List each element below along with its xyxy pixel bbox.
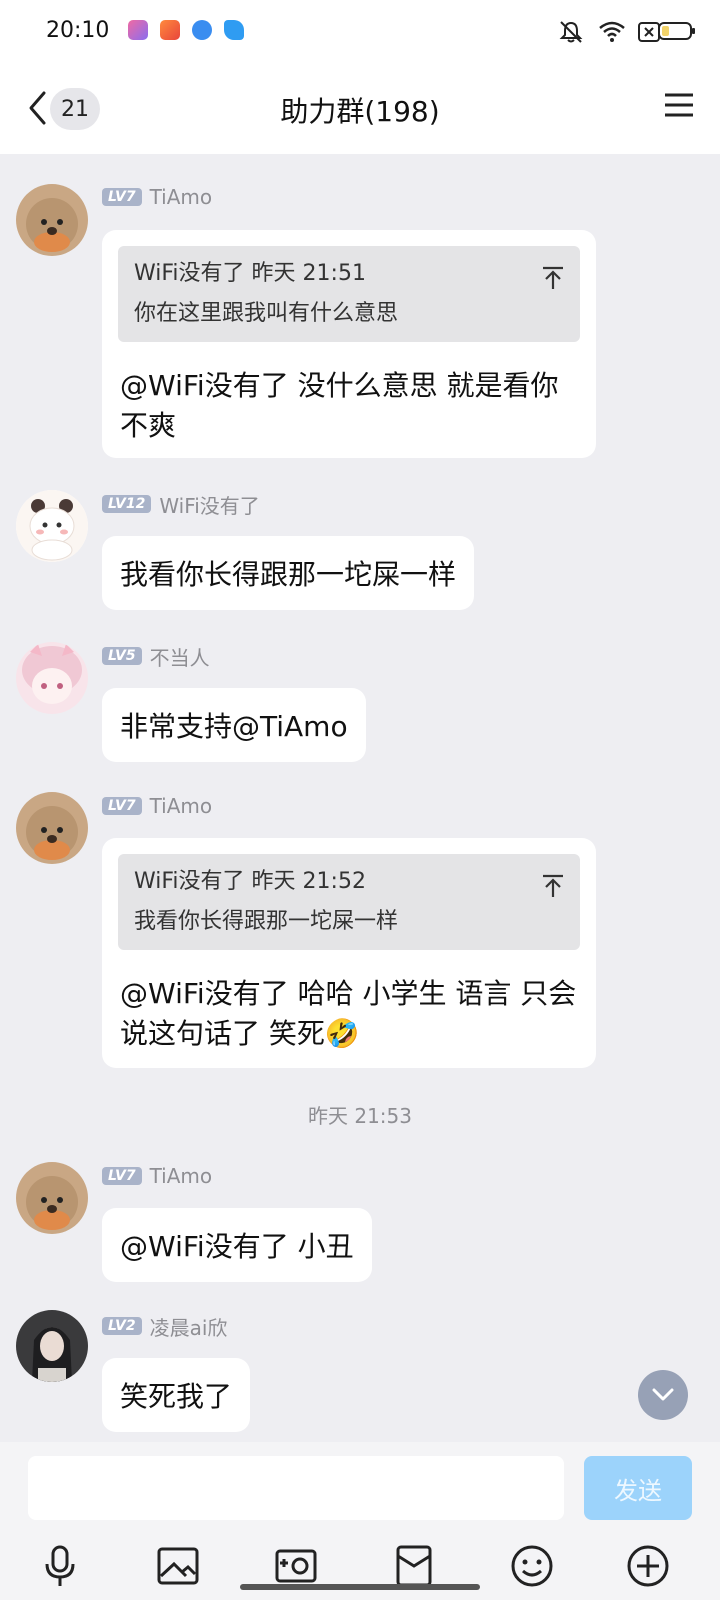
- sender-name[interactable]: 凌晨ai欣: [150, 1312, 228, 1341]
- status-bar: 20:10: [0, 0, 720, 62]
- browser-notification-icon: [192, 20, 212, 40]
- group-title: 助力群(198): [280, 95, 440, 128]
- quoted-message[interactable]: WiFi没有了 昨天 21:52 我看你长得跟那一坨屎一样: [118, 854, 580, 950]
- dog-avatar-icon: [16, 792, 88, 864]
- message-list[interactable]: LV7 TiAmo WiFi没有了 昨天 21:51 你在这里跟我叫有什么意思 …: [0, 154, 720, 1442]
- game-notification-icon: [160, 20, 180, 40]
- quoted-message[interactable]: WiFi没有了 昨天 21:51 你在这里跟我叫有什么意思: [118, 246, 580, 342]
- quote-header: WiFi没有了 昨天 21:52: [134, 869, 366, 894]
- quote-text: 我看你长得跟那一坨屎一样: [134, 909, 399, 934]
- message-bubble[interactable]: WiFi没有了 昨天 21:51 你在这里跟我叫有什么意思 @WiFi没有了 没…: [102, 230, 596, 458]
- message-input[interactable]: [28, 1456, 564, 1520]
- message-text: 笑死我了: [120, 1380, 233, 1413]
- girl-photo-avatar-icon: [16, 1310, 88, 1382]
- no-sim-icon: [638, 22, 660, 42]
- wifi-icon: [599, 21, 625, 42]
- jump-to-quote-icon[interactable]: [542, 874, 564, 898]
- chevron-down-icon: [652, 1388, 674, 1401]
- home-indicator[interactable]: [240, 1584, 480, 1590]
- message-meta: LV5 不当人: [102, 642, 210, 671]
- camera-icon: [275, 1549, 317, 1583]
- dog-avatar-icon: [16, 1162, 88, 1234]
- emoji-button[interactable]: [508, 1542, 556, 1590]
- image-button[interactable]: [154, 1542, 202, 1590]
- voice-button[interactable]: [36, 1542, 84, 1590]
- image-icon: [157, 1547, 199, 1585]
- message-text: 我看你长得跟那一坨屎一样: [120, 558, 457, 591]
- mute-bell-icon: [559, 21, 583, 43]
- app-notification-icon: [128, 20, 148, 40]
- message-bubble[interactable]: 非常支持@TiAmo: [102, 688, 366, 762]
- anime-girl-avatar-icon: [16, 642, 88, 714]
- message-meta: LV12 WiFi没有了: [102, 490, 260, 519]
- message-meta: LV2 凌晨ai欣: [102, 1312, 228, 1341]
- quote-header: WiFi没有了 昨天 21:51: [134, 261, 366, 286]
- composer-toolbar: [0, 1542, 720, 1590]
- dog-avatar-icon: [16, 184, 88, 256]
- message-meta: LV7 TiAmo: [102, 794, 212, 818]
- more-button[interactable]: [624, 1542, 672, 1590]
- level-badge: LV5: [102, 647, 142, 665]
- message-text: 非常支持@TiAmo: [120, 710, 348, 743]
- message-bubble[interactable]: 笑死我了: [102, 1358, 251, 1432]
- microphone-icon: [45, 1545, 75, 1586]
- status-indicators: [556, 20, 660, 44]
- level-badge: LV7: [102, 797, 142, 815]
- menu-icon[interactable]: [664, 92, 694, 118]
- red-packet-button[interactable]: [390, 1542, 438, 1590]
- message-meta: LV7 TiAmo: [102, 1164, 212, 1188]
- quote-text: 你在这里跟我叫有什么意思: [134, 301, 399, 326]
- composer: 发送: [0, 1442, 720, 1600]
- avatar-wifi[interactable]: [16, 490, 88, 562]
- plus-icon: [627, 1545, 669, 1587]
- message-meta: LV7 TiAmo: [102, 185, 212, 209]
- emoji-icon: [511, 1545, 553, 1587]
- send-button[interactable]: 发送: [584, 1456, 692, 1520]
- battery-icon: [658, 22, 695, 40]
- level-badge: LV7: [102, 188, 142, 206]
- message-text: @WiFi没有了 哈哈 小学生 语言 只会说这句话了 笑死🤣: [120, 977, 577, 1050]
- avatar-tiamo[interactable]: [16, 792, 88, 864]
- avatar-tiamo[interactable]: [16, 184, 88, 256]
- bear-avatar-icon: [16, 490, 88, 562]
- avatar-lingchen[interactable]: [16, 1310, 88, 1382]
- red-packet-icon: [396, 1545, 432, 1587]
- avatar-budangren[interactable]: [16, 642, 88, 714]
- sender-name[interactable]: TiAmo: [150, 1164, 213, 1188]
- status-app-icons: [128, 20, 244, 40]
- level-badge: LV2: [102, 1317, 142, 1335]
- app-notification-icon-2: [224, 20, 244, 40]
- message-bubble[interactable]: WiFi没有了 昨天 21:52 我看你长得跟那一坨屎一样 @WiFi没有了 哈…: [102, 838, 596, 1068]
- message-bubble[interactable]: 我看你长得跟那一坨屎一样: [102, 536, 475, 610]
- scroll-to-bottom-button[interactable]: [638, 1370, 688, 1420]
- sender-name[interactable]: 不当人: [150, 642, 210, 671]
- time-divider: 昨天 21:53: [308, 1104, 412, 1128]
- sender-name[interactable]: TiAmo: [150, 185, 213, 209]
- sender-name[interactable]: WiFi没有了: [159, 490, 260, 519]
- camera-button[interactable]: [272, 1542, 320, 1590]
- message-bubble[interactable]: @WiFi没有了 小丑: [102, 1208, 372, 1282]
- message-text: @WiFi没有了 小丑: [120, 1230, 354, 1263]
- status-time: 20:10: [46, 18, 110, 43]
- level-badge: LV7: [102, 1167, 142, 1185]
- jump-to-quote-icon[interactable]: [542, 266, 564, 290]
- message-text: @WiFi没有了 没什么意思 就是看你不爽: [120, 369, 559, 442]
- sender-name[interactable]: TiAmo: [150, 794, 213, 818]
- level-badge: LV12: [102, 495, 152, 513]
- chat-header: 21 助力群(198): [0, 62, 720, 154]
- avatar-tiamo[interactable]: [16, 1162, 88, 1234]
